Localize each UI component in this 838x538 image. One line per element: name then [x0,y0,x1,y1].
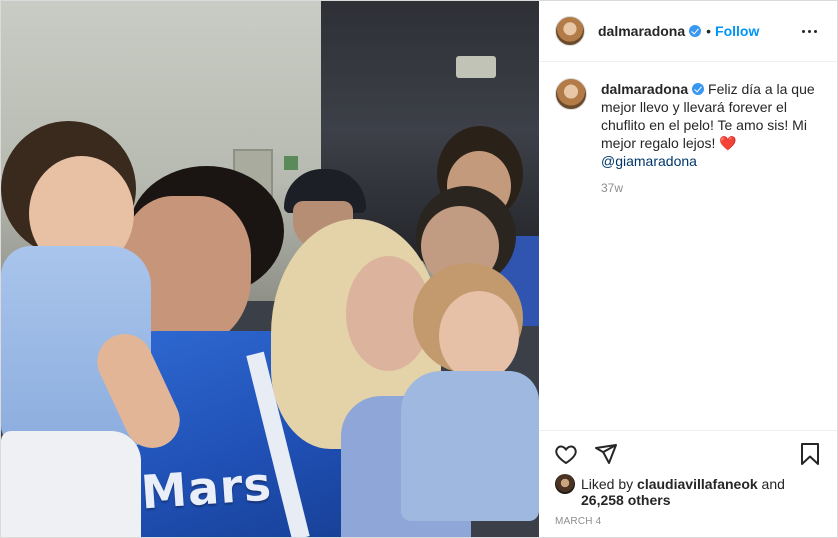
photo-jersey-text: Mars [139,456,274,520]
post-date[interactable]: MARCH 4 [539,508,837,537]
photo-exit-sign [284,156,298,170]
verified-badge-icon [689,25,702,37]
save-button[interactable] [797,441,823,467]
likes-conjunction: and [761,476,785,492]
like-button[interactable] [553,441,579,467]
photo-baby-left-pants [1,431,141,537]
caption-comment: dalmaradona Feliz día a la que mejor lle… [555,78,821,197]
caption-age[interactable]: 37w [601,179,821,197]
photo-baby-right-outfit [401,371,539,521]
share-icon [595,443,617,464]
bookmark-icon [801,442,819,465]
caption-avatar[interactable] [555,78,587,110]
photo-baby-right-face [439,291,519,381]
photo-ceiling-light [456,56,496,78]
heart-icon [555,444,577,464]
more-options-icon[interactable] [797,19,821,43]
caption-body: dalmaradona Feliz día a la que mejor lle… [601,80,821,197]
likes-others-link[interactable]: 26,258 others [581,492,671,508]
likes-prefix: Liked by [581,476,634,492]
likes-text: Liked by claudiavillafaneok and 26,258 o… [581,476,785,508]
post-side-panel: dalmaradona • Follow dalmaradona Feliz d… [539,1,837,537]
verified-badge-icon [692,83,705,95]
instagram-post: Mars dalmaradona • Follow dalmaradona Fe… [0,0,838,538]
red-heart-emoji-icon: ❤️ [719,135,737,151]
likes-summary: Liked by claudiavillafaneok and 26,258 o… [539,474,837,508]
share-button[interactable] [593,441,619,467]
caption-mention-link[interactable]: @giamaradona [601,153,697,169]
liker-avatar[interactable] [555,474,575,494]
separator-dot: • [706,23,712,39]
liker-username[interactable]: claudiavillafaneok [637,476,758,492]
action-bar [539,430,837,476]
comments-area: dalmaradona Feliz día a la que mejor lle… [539,62,837,430]
post-photo[interactable]: Mars [1,1,539,537]
follow-button[interactable]: Follow [715,23,759,39]
author-avatar[interactable] [555,16,585,46]
post-header: dalmaradona • Follow [539,1,837,62]
author-username[interactable]: dalmaradona [598,23,685,39]
caption-username[interactable]: dalmaradona [601,81,688,97]
